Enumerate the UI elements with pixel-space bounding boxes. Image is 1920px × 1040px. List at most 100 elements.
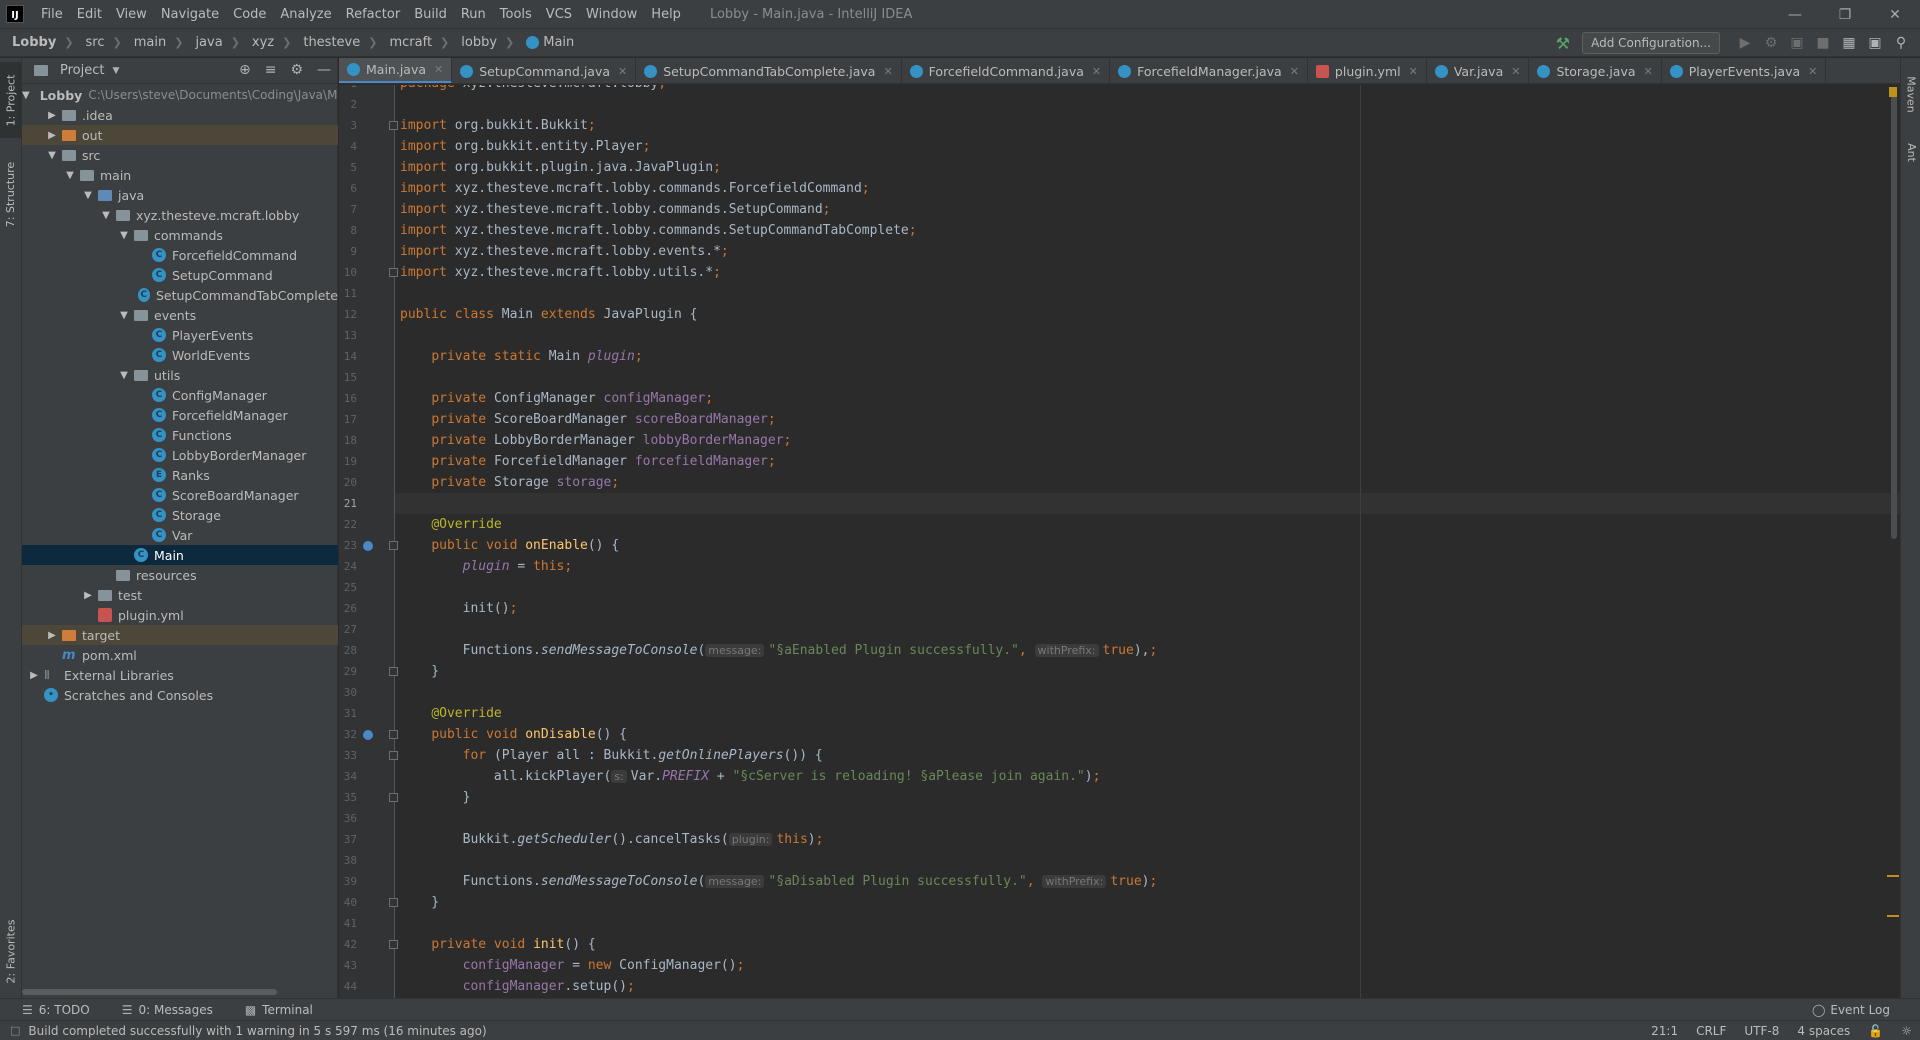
tree-item-setupcommandtabcomplete[interactable]: C SetupCommandTabComplete <box>22 285 338 305</box>
expanded-arrow-icon[interactable]: ▼ <box>118 370 130 381</box>
code-line[interactable]: import xyz.thesteve.mcraft.lobby.events.… <box>400 241 729 262</box>
tree-item-src[interactable]: ▼ src <box>22 145 338 165</box>
menu-window[interactable]: Window <box>579 0 644 29</box>
horizontal-scrollbar[interactable] <box>22 984 338 998</box>
tree-item-scratches-and-consoles[interactable]: • Scratches and Consoles <box>22 685 338 705</box>
close-tab-icon[interactable]: ✕ <box>434 63 443 76</box>
locate-file-icon[interactable]: ⊕ <box>239 62 251 78</box>
line-separator[interactable]: CRLF <box>1696 1024 1726 1038</box>
code-line[interactable]: } <box>400 787 471 808</box>
search-everywhere-icon[interactable]: ⚲ <box>1890 32 1912 54</box>
code-line[interactable]: configManager = new ConfigManager(); <box>400 955 745 976</box>
override-method-icon[interactable] <box>363 730 373 740</box>
close-tab-icon[interactable]: ✕ <box>1290 65 1299 78</box>
menu-help[interactable]: Help <box>644 0 688 29</box>
todo-tool-button[interactable]: ☰ 6: TODO <box>12 1003 100 1017</box>
tab-forcefieldmanager-java[interactable]: ForcefieldManager.java ✕ <box>1110 58 1308 83</box>
tree-item-var[interactable]: C Var <box>22 525 338 545</box>
breadcrumb-item-main[interactable]: Main <box>514 35 574 50</box>
tab-project-tool-window[interactable]: 1: Project <box>0 62 22 138</box>
tree-item-configmanager[interactable]: C ConfigManager <box>22 385 338 405</box>
breadcrumb-item-thesteve[interactable]: thesteve ❯ <box>291 35 377 50</box>
tree-item--idea[interactable]: ▶ .idea <box>22 105 338 125</box>
code-line[interactable]: plugin = this; <box>400 556 573 577</box>
tree-item-lobbybordermanager[interactable]: C LobbyBorderManager <box>22 445 338 465</box>
menu-tools[interactable]: Tools <box>493 0 539 29</box>
tree-item-commands[interactable]: ▼ commands <box>22 225 338 245</box>
tree-item-setupcommand[interactable]: C SetupCommand <box>22 265 338 285</box>
code-line[interactable]: for (Player all : Bukkit.getOnlinePlayer… <box>400 745 823 766</box>
tab-main-java[interactable]: Main.java ✕ <box>339 58 453 83</box>
menu-view[interactable]: View <box>109 0 154 29</box>
tree-item-forcefieldmanager[interactable]: C ForcefieldManager <box>22 405 338 425</box>
tree-item-java[interactable]: ▼ java <box>22 185 338 205</box>
tree-item-main[interactable]: ▼ main <box>22 165 338 185</box>
tree-item-utils[interactable]: ▼ utils <box>22 365 338 385</box>
fold-marker-icon[interactable] <box>389 751 398 760</box>
code-line[interactable]: private ForcefieldManager forcefieldMana… <box>400 451 775 472</box>
tab-favorites-tool-window[interactable]: 2: Favorites <box>0 908 22 994</box>
fold-marker-icon[interactable] <box>389 898 398 907</box>
expanded-arrow-icon[interactable]: ▼ <box>22 90 30 101</box>
status-message[interactable]: □ Build completed successfully with 1 wa… <box>10 1024 487 1038</box>
expanded-arrow-icon[interactable]: ▼ <box>100 210 112 221</box>
tab-plugin-yml[interactable]: plugin.yml ✕ <box>1308 58 1427 83</box>
file-encoding[interactable]: UTF-8 <box>1744 1024 1779 1038</box>
close-tab-icon[interactable]: ✕ <box>1511 65 1520 78</box>
fold-marker-icon[interactable] <box>389 730 398 739</box>
breadcrumb-item-lobby[interactable]: Lobby ❯ <box>0 35 74 50</box>
project-view-selector[interactable]: Project <box>60 63 104 78</box>
close-window-icon[interactable]: ✕ <box>1870 0 1920 29</box>
fold-marker-icon[interactable] <box>389 940 398 949</box>
breadcrumb-item-lobby[interactable]: lobby ❯ <box>449 35 514 50</box>
fold-marker-icon[interactable] <box>389 268 398 277</box>
close-tab-icon[interactable]: ✕ <box>1644 65 1653 78</box>
lock-icon[interactable]: 🔓 <box>1868 1024 1883 1038</box>
scrollbar-thumb[interactable] <box>22 989 277 995</box>
code-line[interactable]: } <box>400 892 439 913</box>
tool-windows-toggle-icon[interactable]: □ <box>10 1024 20 1037</box>
menu-analyze[interactable]: Analyze <box>273 0 338 29</box>
tree-item-out[interactable]: ▶ out <box>22 125 338 145</box>
close-tab-icon[interactable]: ✕ <box>618 65 627 78</box>
tree-item-lobby[interactable]: ▼ Lobby C:\Users\steve\Documents\Coding\Ja… <box>22 85 338 105</box>
tree-item-xyz-thesteve-mcraft-lobby[interactable]: ▼ xyz.thesteve.mcraft.lobby <box>22 205 338 225</box>
code-line[interactable]: Functions.sendMessageToConsole(message: "… <box>400 871 1158 892</box>
code-line[interactable]: import xyz.thesteve.mcraft.lobby.command… <box>400 199 830 220</box>
debug-icon[interactable]: ⚙ <box>1760 32 1782 54</box>
inspection-warning-icon[interactable] <box>1889 87 1897 97</box>
code-line[interactable]: public class Main extends JavaPlugin { <box>400 304 697 325</box>
tree-item-main[interactable]: C Main <box>22 545 338 565</box>
expanded-arrow-icon[interactable]: ▼ <box>118 310 130 321</box>
tree-item-events[interactable]: ▼ events <box>22 305 338 325</box>
minimize-icon[interactable]: — <box>1770 0 1820 29</box>
breadcrumb-item-src[interactable]: src ❯ <box>74 35 122 50</box>
project-structure-icon[interactable]: ▦ <box>1838 32 1860 54</box>
tab-forcefieldcommand-java[interactable]: ForcefieldCommand.java ✕ <box>902 58 1111 83</box>
expanded-arrow-icon[interactable]: ▼ <box>82 190 94 201</box>
code-line[interactable]: } <box>400 661 439 682</box>
fold-marker-icon[interactable] <box>389 541 398 550</box>
scrollbar-thumb[interactable] <box>1891 89 1897 539</box>
tree-item-forcefieldcommand[interactable]: C ForcefieldCommand <box>22 245 338 265</box>
tree-item-pom-xml[interactable]: m pom.xml <box>22 645 338 665</box>
collapsed-arrow-icon[interactable]: ▶ <box>46 110 58 121</box>
expanded-arrow-icon[interactable]: ▼ <box>64 170 76 181</box>
tab-ant-tool-window[interactable]: Ant <box>1901 132 1920 172</box>
expanded-arrow-icon[interactable]: ▼ <box>46 150 58 161</box>
tab-var-java[interactable]: Var.java ✕ <box>1427 58 1530 83</box>
code-line[interactable]: @Override <box>400 703 501 724</box>
code-line[interactable]: import xyz.thesteve.mcraft.lobby.command… <box>400 178 870 199</box>
tab-maven-tool-window[interactable]: Maven <box>1901 64 1920 124</box>
menu-vcs[interactable]: VCS <box>539 0 579 29</box>
tree-item-playerevents[interactable]: C PlayerEvents <box>22 325 338 345</box>
close-tab-icon[interactable]: ✕ <box>1808 65 1817 78</box>
menu-build[interactable]: Build <box>407 0 454 29</box>
tree-item-worldevents[interactable]: C WorldEvents <box>22 345 338 365</box>
warning-stripe-marker[interactable] <box>1887 915 1899 917</box>
collapse-all-icon[interactable]: ≡ <box>265 62 277 78</box>
menu-navigate[interactable]: Navigate <box>154 0 226 29</box>
code-line[interactable]: private Storage storage; <box>400 472 619 493</box>
code-line[interactable]: @Override <box>400 514 501 535</box>
tree-item-target[interactable]: ▶ target <box>22 625 338 645</box>
